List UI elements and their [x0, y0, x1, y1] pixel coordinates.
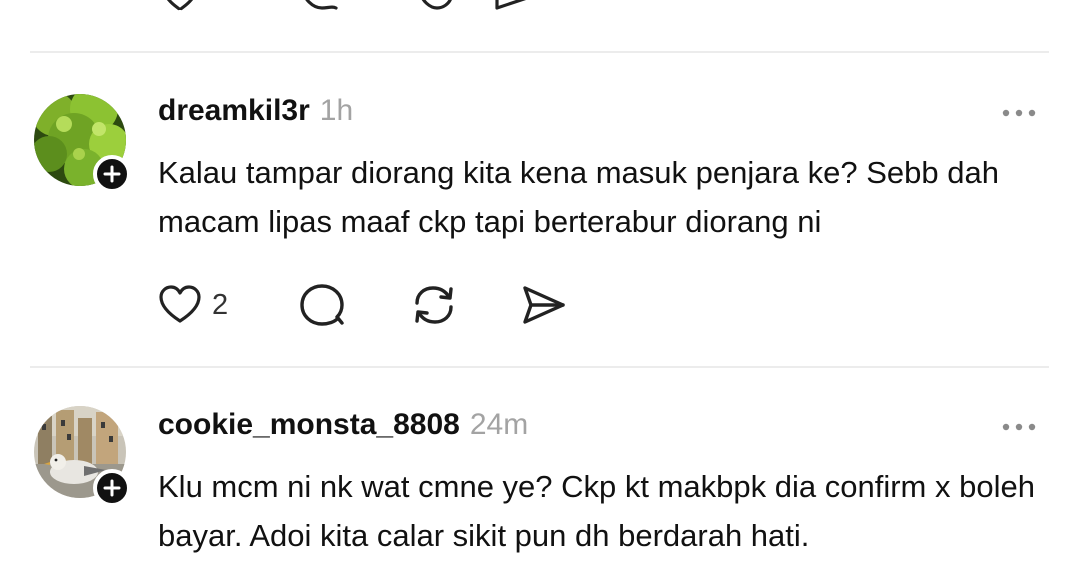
share-button[interactable]: [520, 283, 568, 327]
comment-icon[interactable]: [298, 0, 342, 12]
username[interactable]: dreamkil3r: [158, 94, 310, 127]
share-icon[interactable]: [493, 0, 537, 12]
timestamp: 1h: [319, 94, 354, 127]
post-header: dreamkil3r 1h: [158, 94, 353, 128]
heart-icon[interactable]: [160, 0, 200, 12]
repost-icon[interactable]: [413, 0, 457, 12]
post-divider: [30, 366, 1049, 368]
repost-icon: [415, 286, 453, 324]
more-options-icon[interactable]: [1001, 107, 1037, 119]
like-button[interactable]: 2: [158, 283, 228, 327]
post-divider: [30, 51, 1049, 53]
more-options-icon[interactable]: [1001, 421, 1037, 433]
like-count: 2: [212, 288, 229, 321]
plus-icon: [103, 165, 121, 183]
username[interactable]: cookie_monsta_8808: [158, 408, 460, 441]
repost-button[interactable]: [410, 283, 458, 327]
timestamp: 24m: [469, 408, 529, 441]
heart-icon: [159, 285, 201, 323]
follow-button[interactable]: [93, 469, 131, 507]
comment-button[interactable]: [298, 283, 346, 327]
post-text: Klu mcm ni nk wat cmne ye? Ckp kt makbpk…: [158, 469, 1035, 553]
post-text: Kalau tampar diorang kita kena masuk pen…: [158, 155, 999, 239]
previous-post-actions: [158, 0, 578, 12]
follow-button[interactable]: [93, 155, 131, 193]
share-icon: [523, 286, 565, 324]
post-actions: 2: [158, 283, 588, 327]
comment-icon: [300, 284, 344, 326]
post-header: cookie_monsta_8808 24m: [158, 408, 528, 442]
plus-icon: [103, 479, 121, 497]
